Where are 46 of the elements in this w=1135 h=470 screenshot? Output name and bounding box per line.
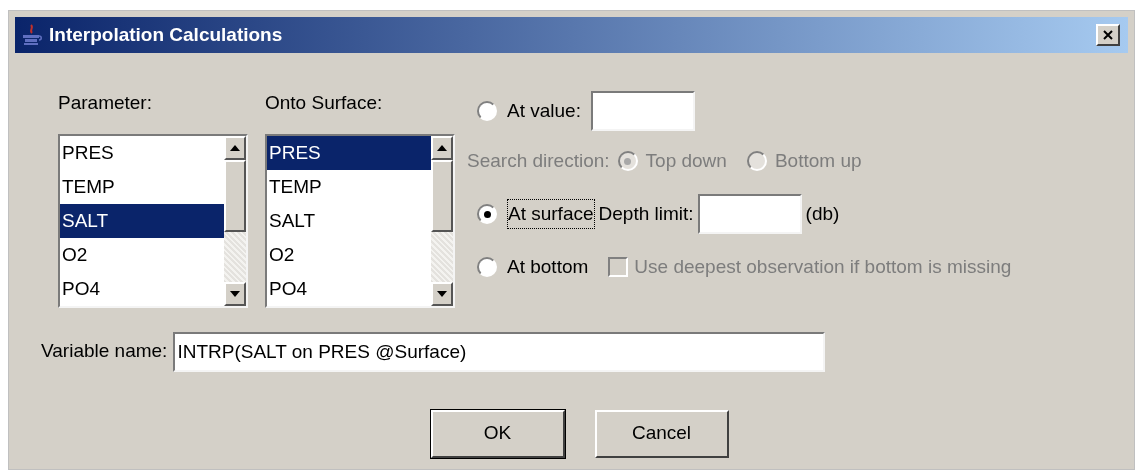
list-item[interactable]: PO4 xyxy=(60,271,224,306)
depth-limit-label: Depth limit: xyxy=(598,201,694,226)
depth-limit-field[interactable] xyxy=(697,194,802,234)
list-item[interactable]: SALT xyxy=(267,203,431,238)
list-item[interactable]: TEMP xyxy=(60,169,224,204)
list-label: Parameter: xyxy=(58,91,153,115)
window-title: Interpolation Calculations xyxy=(49,22,284,47)
dialog-button[interactable]: Cancel xyxy=(594,409,729,458)
scroll-thumb[interactable] xyxy=(224,159,246,232)
checkbox-label: Use deepest observation if bottom is missing xyxy=(634,254,1012,279)
down-arrow-icon xyxy=(437,290,447,297)
down-arrow-icon xyxy=(230,290,240,297)
list-item[interactable]: PO4 xyxy=(267,271,431,306)
list-item[interactable]: PRES xyxy=(60,135,224,170)
list-item[interactable]: TEMP xyxy=(267,169,431,204)
value-field[interactable] xyxy=(590,91,695,131)
up-arrow-icon xyxy=(230,144,240,151)
scrollbar[interactable] xyxy=(431,135,453,306)
up-arrow-icon xyxy=(437,144,447,151)
variable-name-label: Variable name: xyxy=(41,339,168,364)
close-icon xyxy=(1103,30,1113,40)
variable-name-field[interactable]: INTRP(SALT on PRES @Surface) xyxy=(173,331,826,372)
option-label: Bottom up xyxy=(774,148,862,173)
option-label: At surface xyxy=(507,198,595,230)
scroll-thumb[interactable] xyxy=(431,159,453,232)
scroll-down-button[interactable] xyxy=(431,281,453,306)
search-direction-label: Search direction: xyxy=(467,148,610,173)
dialog-button[interactable]: OK xyxy=(430,409,565,458)
radio-button[interactable] xyxy=(477,204,497,224)
app-icon xyxy=(21,23,43,47)
unit-label: (db) xyxy=(805,201,840,226)
radio-button[interactable] xyxy=(477,101,497,121)
list-item[interactable]: O2 xyxy=(60,237,224,272)
list-item[interactable]: SALT xyxy=(60,203,224,238)
scroll-down-button[interactable] xyxy=(224,281,246,306)
list-item[interactable]: PRES xyxy=(267,135,431,170)
option-label: Top down xyxy=(645,148,727,173)
scrollbar[interactable] xyxy=(224,135,246,306)
option-label: At value: xyxy=(507,98,581,123)
list-item[interactable]: O2 xyxy=(267,237,431,272)
list-label: Onto Surface: xyxy=(265,91,384,115)
close-button[interactable] xyxy=(1096,24,1120,46)
radio-button[interactable] xyxy=(477,257,497,277)
scroll-up-button[interactable] xyxy=(224,135,246,160)
option-label: At bottom xyxy=(507,254,589,279)
scroll-up-button[interactable] xyxy=(431,135,453,160)
